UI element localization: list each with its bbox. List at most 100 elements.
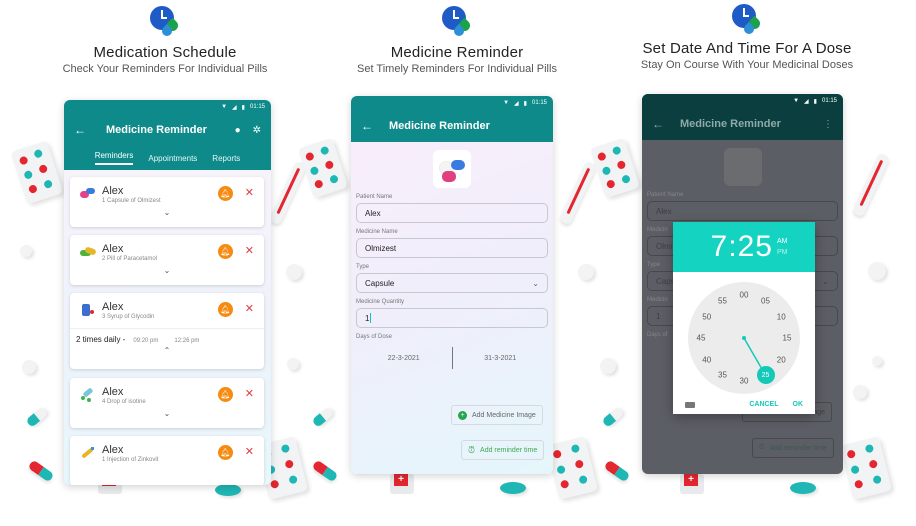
tablet-decoration xyxy=(578,264,594,280)
tab-reports[interactable]: Reports xyxy=(212,154,240,163)
minute-option[interactable]: 35 xyxy=(718,371,727,380)
chevron-up-icon[interactable]: ⌃ xyxy=(70,346,264,355)
battery-icon: ▮ xyxy=(813,98,817,105)
dose-description: 2 Pill of Paracetamol xyxy=(102,256,158,262)
medicine-image xyxy=(723,148,762,186)
minute-option[interactable]: 15 xyxy=(783,334,792,343)
account-icon[interactable]: ● xyxy=(235,125,241,136)
signal-icon: ◢ xyxy=(804,98,809,105)
ok-button[interactable]: OK xyxy=(793,401,804,408)
quantity-label: Medicine Quantity xyxy=(356,299,405,305)
time-picker-header: 7:25 AM PM xyxy=(673,222,815,272)
app-bar: ← Medicine Reminder ● ✲ xyxy=(64,114,271,146)
tab-appointments[interactable]: Appointments xyxy=(148,154,197,163)
dose-description: 3 Syrup of Glycodin xyxy=(102,314,155,320)
bell-icon[interactable]: 🔔︎ xyxy=(217,186,233,201)
medicine-name-field[interactable]: Olmizest xyxy=(356,238,548,258)
close-icon[interactable]: ✕ xyxy=(245,302,254,315)
panel-title: Medication Schedule xyxy=(93,44,237,61)
arrow-left-icon[interactable]: ← xyxy=(652,117,676,131)
minute-option[interactable]: 50 xyxy=(702,312,711,321)
minute-dial[interactable]: 00 05 10 15 20 25 30 35 40 45 50 55 xyxy=(688,282,800,394)
teal-pill-decoration xyxy=(215,484,241,496)
reminders-screen: ▼ ◢ ▮ 01:15 ← Medicine Reminder ● ✲ Remi… xyxy=(64,100,271,485)
app-title: Medicine Reminder xyxy=(680,118,781,130)
am-pm-toggle: AM PM xyxy=(777,236,788,258)
minute-option[interactable]: 20 xyxy=(777,355,786,364)
type-label: Type xyxy=(356,264,370,270)
reminder-card[interactable]: Alex 2 Pill of Paracetamol 🔔︎ ✕ ⌄ xyxy=(70,235,264,285)
panel-title: Medicine Reminder xyxy=(390,44,524,61)
more-vert-icon[interactable]: ⋮ xyxy=(823,119,833,130)
status-bar: ▼ ◢ ▮ 01:15 xyxy=(351,96,553,110)
patient-name: Alex xyxy=(102,444,124,456)
gear-icon[interactable]: ✲ xyxy=(253,125,261,136)
wifi-icon: ▼ xyxy=(503,100,510,106)
add-medicine-screen: ▼ ◢ ▮ 01:15 ← Medicine Reminder Patient … xyxy=(351,96,553,474)
add-reminder-time-button[interactable]: ⏰︎ Add reminder time xyxy=(461,440,545,460)
app-logo-icon xyxy=(150,6,181,39)
teal-pill-decoration xyxy=(500,482,526,494)
close-icon[interactable]: ✕ xyxy=(245,445,254,458)
days-of-dose: 22-3-2021 31-3-2021 xyxy=(356,346,548,370)
battery-icon: ▮ xyxy=(523,100,527,107)
quantity-value: 1 xyxy=(365,313,370,323)
keyboard-icon[interactable] xyxy=(685,401,695,408)
chevron-down-icon[interactable]: ⌄ xyxy=(70,409,264,418)
close-icon[interactable]: ✕ xyxy=(245,387,254,400)
arrow-left-icon[interactable]: ← xyxy=(74,123,98,137)
reminder-card[interactable]: Alex 1 Capsule of Olmizest 🔔︎ ✕ ⌄ xyxy=(70,177,264,227)
minute-option[interactable]: 45 xyxy=(697,334,706,343)
minute-option[interactable]: 05 xyxy=(761,296,770,305)
patient-name-field[interactable]: Alex xyxy=(356,203,548,223)
minute-option[interactable]: 30 xyxy=(740,377,749,386)
add-medicine-image-button[interactable]: + Add Medicine Image xyxy=(451,405,543,425)
status-time: 01:15 xyxy=(821,98,837,104)
end-date[interactable]: 31-3-2021 xyxy=(453,355,549,362)
chevron-down-icon[interactable]: ⌄ xyxy=(70,266,264,275)
selected-time[interactable]: 7:25 xyxy=(711,230,773,264)
minute-option[interactable]: 10 xyxy=(777,312,786,321)
dose-schedule: 2 times daily - 09:20 pm 12:26 pm xyxy=(70,328,264,344)
status-time: 01:15 xyxy=(249,104,265,110)
app-bar: ← Medicine Reminder ⋮ xyxy=(642,108,843,140)
drop-icon xyxy=(80,387,96,402)
start-date[interactable]: 22-3-2021 xyxy=(356,355,452,362)
selected-minute[interactable]: 25 xyxy=(756,366,775,385)
quantity-field[interactable]: 1 xyxy=(356,308,548,328)
bell-icon[interactable]: 🔔︎ xyxy=(217,302,233,317)
add-image-label: Add Medicine Image xyxy=(472,411,536,419)
patient-name: Alex xyxy=(102,386,124,398)
add-time-label: Add reminder time xyxy=(480,446,538,454)
reminder-card[interactable]: Alex 4 Drop of isotine 🔔︎ ✕ ⌄ xyxy=(70,378,264,428)
minute-option[interactable]: 40 xyxy=(702,355,711,364)
type-select[interactable]: Capsule ⌄ xyxy=(356,273,548,293)
bell-icon[interactable]: 🔔︎ xyxy=(217,387,233,402)
add-reminder-time-button: ⏰︎ Add reminder time xyxy=(752,438,834,458)
close-icon[interactable]: ✕ xyxy=(245,244,254,257)
am-option[interactable]: AM xyxy=(777,236,788,247)
tablet-decoration xyxy=(600,358,616,374)
reminder-card[interactable]: Alex 1 Injection of Zinkovit 🔔︎ ✕ xyxy=(70,436,264,485)
dose-time: 09:20 pm xyxy=(133,338,159,344)
chevron-down-icon[interactable]: ⌄ xyxy=(70,208,264,217)
reminder-card-expanded[interactable]: Alex 3 Syrup of Glycodin 🔔︎ ✕ 2 times da… xyxy=(70,293,264,369)
cancel-button[interactable]: CANCEL xyxy=(749,401,778,408)
tablet-decoration xyxy=(22,360,36,374)
patient-name-value: Alex xyxy=(656,206,672,216)
bell-icon[interactable]: 🔔︎ xyxy=(217,244,233,259)
app-title: Medicine Reminder xyxy=(106,124,207,136)
capsule-decoration xyxy=(25,406,49,428)
minute-option[interactable]: 00 xyxy=(740,291,749,300)
status-time: 01:15 xyxy=(531,100,547,106)
dose-time: 12:26 pm xyxy=(174,338,200,344)
close-icon[interactable]: ✕ xyxy=(245,186,254,199)
arrow-left-icon[interactable]: ← xyxy=(361,119,385,133)
minute-option[interactable]: 55 xyxy=(718,296,727,305)
pm-option[interactable]: PM xyxy=(777,247,788,258)
medicine-image[interactable] xyxy=(433,150,471,188)
bell-icon[interactable]: 🔔︎ xyxy=(217,445,233,460)
syrup-icon xyxy=(80,303,96,317)
medicine-name-value: Olmi xyxy=(656,241,673,251)
tab-reminders[interactable]: Reminders xyxy=(94,151,134,165)
